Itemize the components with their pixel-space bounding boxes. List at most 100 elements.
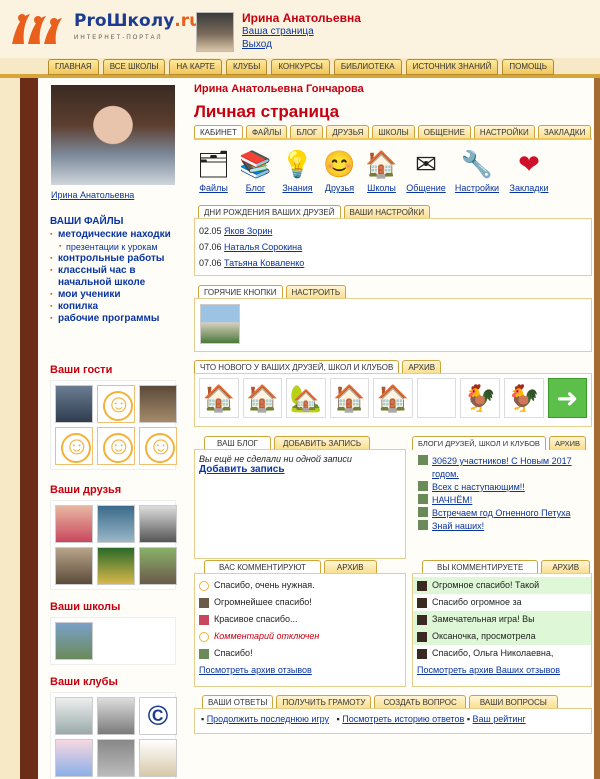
birthday-friend-link[interactable]: Яков Зорин — [224, 226, 272, 236]
empty-thumb[interactable] — [416, 378, 457, 418]
add-post-link[interactable]: Добавить запись — [199, 464, 285, 475]
your-comment-row[interactable]: Замечательная игра! Вы — [413, 611, 591, 628]
school-photo[interactable] — [55, 622, 93, 660]
tab-create-question[interactable]: СОЗДАТЬ ВОПРОС — [374, 695, 466, 709]
tab-files[interactable]: ФАЙЛЫ — [246, 125, 288, 139]
tab-blog[interactable]: БЛОГ — [290, 125, 324, 139]
comment-row[interactable]: Спасибо! — [195, 645, 405, 662]
your-comment-row[interactable]: Оксаночка, просмотрела — [413, 628, 591, 645]
tab-commented-you[interactable]: ВАС КОММЕНТИРУЮТ — [204, 560, 321, 574]
profile-photo-caption[interactable]: Ирина Анатольевна — [51, 190, 134, 200]
rating-link[interactable]: Ваш рейтинг — [473, 714, 526, 724]
next-arrow-icon[interactable]: ➜ — [547, 378, 588, 418]
club-avatar[interactable] — [139, 739, 177, 777]
tab-commented-you-archive[interactable]: АРХИВ — [323, 560, 377, 574]
tab-add-post[interactable]: ДОБАВИТЬ ЗАПИСЬ — [274, 436, 371, 450]
birthday-friend-link[interactable]: Наталья Сорокина — [224, 242, 302, 252]
rooster-icon[interactable]: 🐓 — [503, 378, 544, 418]
club-avatar[interactable] — [97, 697, 135, 735]
schools-title[interactable]: Ваши школы — [50, 601, 176, 613]
friend-avatar[interactable] — [55, 505, 93, 543]
friend-avatar[interactable] — [55, 547, 93, 585]
tab-hotkeys[interactable]: ГОРЯЧИЕ КНОПКИ — [198, 285, 283, 299]
tab-settings[interactable]: НАСТРОЙКИ — [473, 125, 535, 139]
tab-get-certificate[interactable]: ПОЛУЧИТЬ ГРАМОТУ — [276, 695, 372, 709]
nav-main[interactable]: ГЛАВНАЯ — [48, 59, 99, 75]
cabinet-schools[interactable]: 🏠 Школы — [362, 147, 401, 193]
friend-avatar[interactable] — [139, 547, 177, 585]
hotkey-school-thumb[interactable] — [200, 304, 240, 344]
cabinet-communication[interactable]: ✉ Общение — [404, 147, 448, 193]
cabinet-files[interactable]: 🗂 Файлы — [194, 147, 233, 193]
nav-clubs[interactable]: КЛУБЫ — [226, 59, 268, 75]
comment-row[interactable]: Комментарий отключен — [195, 628, 405, 645]
files-item-piggybank[interactable]: копилка — [50, 301, 174, 313]
guest-avatar[interactable] — [139, 427, 177, 465]
tab-your-settings[interactable]: ВАШИ НАСТРОЙКИ — [343, 205, 431, 219]
friend-avatar[interactable] — [97, 547, 135, 585]
your-comment-row[interactable]: Спасибо огромное за — [413, 594, 591, 611]
files-subitem-presentations[interactable]: презентации к урокам — [50, 241, 174, 253]
tab-schools[interactable]: ШКОЛЫ — [372, 125, 415, 139]
site-logo[interactable]: ProШколу.ru ИНТЕРНЕТ-ПОРТАЛ — [8, 8, 201, 52]
tab-birthdays[interactable]: ДНИ РОЖДЕНИЯ ВАШИХ ДРУЗЕЙ — [198, 205, 341, 219]
nav-map[interactable]: НА КАРТЕ — [169, 59, 223, 75]
your-comment-row[interactable]: Спасибо, Ольга Николаевна, — [413, 645, 591, 662]
continue-game-link[interactable]: Продолжить последнюю игру — [207, 714, 329, 724]
files-item-class-hour[interactable]: классный час в начальной школе — [50, 265, 174, 289]
tab-you-comment[interactable]: ВЫ КОММЕНТИРУЕТЕ — [422, 560, 539, 574]
files-item-students[interactable]: мои ученики — [50, 289, 174, 301]
house-icon[interactable]: 🏠 — [199, 378, 239, 418]
cabinet-friends[interactable]: 😊 Друзья — [320, 147, 359, 193]
club-avatar[interactable] — [55, 697, 93, 735]
tab-news-archive[interactable]: АРХИВ — [402, 360, 442, 374]
house-icon[interactable]: 🏠 — [242, 378, 283, 418]
logout-link[interactable]: Выход — [242, 39, 272, 50]
files-item-methodical[interactable]: методические находки — [50, 229, 174, 241]
tab-you-comment-archive[interactable]: АРХИВ — [541, 560, 591, 574]
house-icon[interactable]: 🏠 — [329, 378, 370, 418]
nav-help[interactable]: ПОМОЩЬ — [502, 59, 554, 75]
profile-photo[interactable] — [51, 85, 175, 185]
files-item-tests[interactable]: контрольные работы — [50, 253, 174, 265]
guest-avatar[interactable] — [97, 385, 135, 423]
tab-friends[interactable]: ДРУЗЬЯ — [326, 125, 370, 139]
files-item-programs[interactable]: рабочие программы — [50, 313, 174, 325]
clubs-title[interactable]: Ваши клубы — [50, 676, 176, 688]
house-icon[interactable]: 🏡 — [286, 378, 326, 418]
my-page-link[interactable]: Ваша страница — [242, 26, 314, 37]
header-user-name[interactable]: Ирина Анатольевна — [242, 12, 361, 25]
header-avatar[interactable] — [196, 12, 234, 52]
nav-contests[interactable]: КОНКУРСЫ — [271, 59, 330, 75]
tab-whats-new[interactable]: ЧТО НОВОГО У ВАШИХ ДРУЗЕЙ, ШКОЛ И КЛУБОВ — [194, 360, 400, 374]
cabinet-settings[interactable]: 🔧 Настройки — [451, 147, 503, 193]
nav-library[interactable]: БИБЛИОТЕКА — [333, 59, 402, 75]
comment-row[interactable]: Красивое спасибо... — [195, 611, 405, 628]
guest-avatar[interactable] — [97, 427, 135, 465]
comment-row[interactable]: Спасибо, очень нужная. — [195, 577, 405, 594]
birthday-friend-link[interactable]: Татьяна Коваленко — [224, 258, 304, 268]
tab-your-questions[interactable]: ВАШИ ВОПРОСЫ — [468, 695, 558, 709]
cabinet-blog[interactable]: 📚 Блог — [236, 147, 275, 193]
tab-friends-blogs-archive[interactable]: АРХИВ — [548, 436, 587, 450]
friends-title[interactable]: Ваши друзья — [50, 484, 176, 496]
tab-friends-blogs[interactable]: БЛОГИ ДРУЗЕЙ, ШКОЛ И КЛУБОВ — [412, 436, 546, 450]
house-icon[interactable]: 🏠 — [373, 378, 413, 418]
nav-all-schools[interactable]: ВСЕ ШКОЛЫ — [102, 59, 166, 75]
tab-your-blog[interactable]: ВАШ БЛОГ — [204, 436, 272, 450]
cabinet-knowledge[interactable]: 💡 Знания — [278, 147, 317, 193]
tab-cabinet[interactable]: КАБИНЕТ — [194, 125, 243, 139]
cabinet-bookmarks[interactable]: ❤ Закладки — [506, 147, 552, 193]
tab-communication[interactable]: ОБЩЕНИЕ — [417, 125, 471, 139]
club-avatar[interactable] — [97, 739, 135, 777]
comment-row[interactable]: Огромнейшее спасибо! — [195, 594, 405, 611]
nav-knowledge[interactable]: ИСТОЧНИК ЗНАНИЙ — [405, 59, 499, 75]
guest-avatar[interactable] — [55, 385, 93, 423]
your-comments-archive-link[interactable]: Посмотреть архив Ваших отзывов — [417, 662, 560, 679]
guest-avatar[interactable] — [139, 385, 177, 423]
guest-avatar[interactable] — [55, 427, 93, 465]
club-avatar[interactable] — [55, 739, 93, 777]
rooster-icon[interactable]: 🐓 — [460, 378, 500, 418]
tab-bookmarks[interactable]: ЗАКЛАДКИ — [537, 125, 592, 139]
tab-your-answers[interactable]: ВАШИ ОТВЕТЫ — [202, 695, 274, 709]
